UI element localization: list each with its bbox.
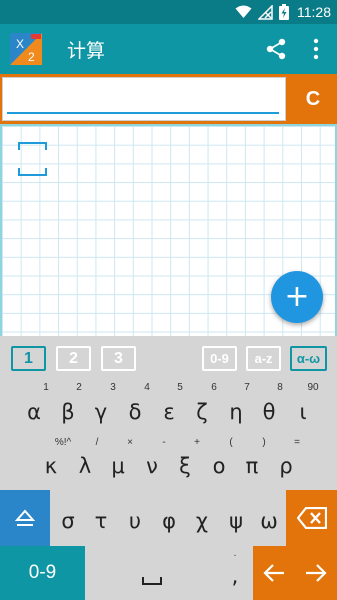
key-epsilon[interactable]: ε <box>163 400 174 424</box>
key-xi[interactable]: ξ <box>179 454 191 478</box>
signal-muted-icon <box>258 4 273 20</box>
more-vert-icon[interactable] <box>306 36 326 62</box>
key-theta[interactable]: θ <box>263 400 276 424</box>
greek-keyboard: 1 2 3 4 5 6 7 8 90 α β γ δ ε ζ η θ ι %!^… <box>0 380 337 600</box>
key-hint: 5 <box>177 382 183 393</box>
key-delta[interactable]: δ <box>129 400 142 424</box>
key-hint: ) <box>262 437 266 448</box>
key-mu[interactable]: μ <box>111 454 124 478</box>
backspace-key[interactable] <box>286 490 337 546</box>
input-row: C <box>0 74 337 124</box>
wifi-icon <box>235 5 252 18</box>
mode-greek-button[interactable]: α-ω <box>290 346 327 371</box>
page-title: 计算 <box>67 40 106 62</box>
key-eta[interactable]: η <box>229 400 242 424</box>
key-alpha[interactable]: α <box>27 400 41 424</box>
key-hint: 90 <box>307 382 319 393</box>
key-omicron[interactable]: ο <box>213 454 226 478</box>
key-zeta[interactable]: ζ <box>196 400 207 424</box>
key-hint: / <box>95 437 99 448</box>
status-bar: 11:28 <box>0 0 337 24</box>
arrow-right-icon[interactable] <box>305 564 327 582</box>
logo-letter-x: X <box>16 37 24 51</box>
app-logo: X 2 <box>10 33 42 65</box>
input-cursor-placeholder[interactable] <box>18 142 47 176</box>
key-hint: ( <box>229 437 233 448</box>
expression-input[interactable] <box>2 77 286 121</box>
key-upsilon[interactable]: υ <box>129 509 141 533</box>
app-bar: X 2 计算 <box>0 24 337 74</box>
key-hint: 8 <box>277 382 283 393</box>
key-psi[interactable]: ψ <box>229 509 243 533</box>
add-button[interactable]: + <box>271 271 323 323</box>
comma-key[interactable]: . , <box>218 546 252 600</box>
space-key[interactable] <box>120 546 184 600</box>
logo-digit-2: 2 <box>28 50 35 64</box>
share-icon[interactable] <box>263 36 289 62</box>
key-hint: × <box>127 437 133 448</box>
key-hint: 7 <box>244 382 250 393</box>
keyboard-page-3[interactable]: 3 <box>101 346 136 371</box>
mode-digits-button[interactable]: 0-9 <box>202 346 237 371</box>
battery-charging-icon <box>279 4 289 20</box>
backspace-icon <box>296 507 327 529</box>
key-hint: 6 <box>211 382 217 393</box>
clear-button[interactable]: C <box>289 74 337 124</box>
key-hint: %!^ <box>54 437 72 448</box>
key-hint: = <box>294 437 300 448</box>
shift-key[interactable] <box>0 490 50 546</box>
status-icons: 11:28 <box>235 3 331 21</box>
key-hint: . <box>233 548 237 559</box>
key-chi[interactable]: χ <box>196 509 208 533</box>
key-rho[interactable]: ρ <box>279 454 292 478</box>
cursor-arrows <box>253 546 337 600</box>
key-tau[interactable]: τ <box>95 509 108 533</box>
key-hint: 1 <box>43 382 49 393</box>
math-grid-canvas[interactable]: + <box>0 124 337 336</box>
key-gamma[interactable]: γ <box>95 400 107 424</box>
key-beta[interactable]: β <box>61 400 74 424</box>
key-kappa[interactable]: κ <box>45 454 57 478</box>
key-phi[interactable]: φ <box>162 509 176 533</box>
keyboard-page-1[interactable]: 1 <box>11 346 46 371</box>
key-hint: + <box>194 437 200 448</box>
key-iota[interactable]: ι <box>299 400 306 424</box>
shift-icon <box>15 509 35 526</box>
key-omega[interactable]: ω <box>260 509 278 533</box>
key-lambda[interactable]: λ <box>79 454 91 478</box>
status-time: 11:28 <box>297 4 331 20</box>
keyboard-toolbar: 1 2 3 0-9 a-z α-ω <box>0 336 337 380</box>
key-hint: 3 <box>110 382 116 393</box>
keyboard-page-2[interactable]: 2 <box>56 346 91 371</box>
key-pi[interactable]: π <box>246 454 259 478</box>
input-underline <box>7 112 279 114</box>
key-nu[interactable]: ν <box>146 454 158 478</box>
arrow-left-icon[interactable] <box>263 564 285 582</box>
comma-label: , <box>231 564 239 588</box>
key-hint: - <box>162 437 166 448</box>
key-hint: 2 <box>76 382 82 393</box>
key-sigma[interactable]: σ <box>61 509 74 533</box>
numbers-key[interactable]: 0-9 <box>0 546 85 600</box>
space-icon <box>142 577 162 585</box>
mode-latin-button[interactable]: a-z <box>246 346 281 371</box>
key-hint: 4 <box>144 382 150 393</box>
